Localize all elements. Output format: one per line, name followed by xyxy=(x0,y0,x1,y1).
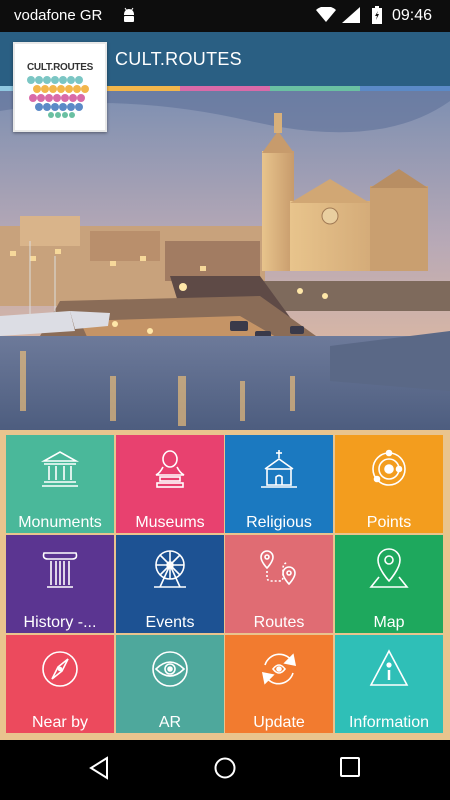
tile-label: Museums xyxy=(135,514,205,531)
app-logo: CULT.ROUTES xyxy=(13,42,107,132)
tile-label: Religious xyxy=(246,514,312,531)
tile-history[interactable]: History -... xyxy=(6,535,114,633)
tile-routes[interactable]: Routes xyxy=(225,535,333,633)
info-icon xyxy=(369,649,409,686)
carrier-name: vodafone GR xyxy=(14,7,103,24)
app-title: CULT.ROUTES xyxy=(115,49,242,69)
system-nav-bar xyxy=(0,740,450,800)
tile-monuments[interactable]: Monuments xyxy=(6,435,114,533)
menu-grid: Monuments Museums Religious Points Histo… xyxy=(0,430,450,740)
signal-icon xyxy=(342,7,360,28)
logo-beads-icon xyxy=(27,76,89,118)
tile-label: Information xyxy=(348,714,430,731)
refresh-icon xyxy=(261,653,297,685)
tile-information[interactable]: Information xyxy=(335,635,443,733)
tile-label: AR xyxy=(158,714,182,731)
clock: 09:46 xyxy=(392,7,433,24)
tile-near-by[interactable]: Near by xyxy=(6,635,114,733)
tile-label: Near by xyxy=(31,714,89,731)
tile-label: Map xyxy=(373,614,405,631)
android-debug-icon xyxy=(121,6,137,29)
eye-icon xyxy=(152,651,188,687)
tile-museums[interactable]: Museums xyxy=(116,435,224,533)
logo-text: CULT.ROUTES xyxy=(27,62,93,73)
column-icon xyxy=(42,552,78,588)
tile-label: Events xyxy=(145,614,195,631)
tile-label: Routes xyxy=(253,614,305,631)
orbit-icon xyxy=(372,449,406,486)
ferris-wheel-icon xyxy=(154,550,186,588)
battery-icon xyxy=(372,6,382,29)
tile-religious[interactable]: Religious xyxy=(225,435,333,533)
tile-label: History -... xyxy=(23,614,97,631)
map-pin-icon xyxy=(369,548,409,588)
status-bar: vodafone GR 09:46 xyxy=(0,0,450,32)
route-icon xyxy=(260,550,296,586)
tile-points[interactable]: Points xyxy=(335,435,443,533)
hero-image xyxy=(0,91,450,430)
tile-update[interactable]: Update xyxy=(225,635,333,733)
monument-icon xyxy=(40,451,80,487)
tile-label: Update xyxy=(253,714,305,731)
wifi-icon xyxy=(316,6,336,28)
home-icon[interactable] xyxy=(213,756,237,785)
tile-label: Monuments xyxy=(18,514,102,531)
recents-icon[interactable] xyxy=(339,756,361,783)
tile-map[interactable]: Map xyxy=(335,535,443,633)
tile-ar[interactable]: AR xyxy=(116,635,224,733)
church-icon xyxy=(261,450,297,488)
tile-label: Points xyxy=(366,514,412,531)
tile-events[interactable]: Events xyxy=(116,535,224,633)
bust-icon xyxy=(155,450,185,488)
back-icon[interactable] xyxy=(88,756,110,785)
compass-icon xyxy=(42,651,78,687)
